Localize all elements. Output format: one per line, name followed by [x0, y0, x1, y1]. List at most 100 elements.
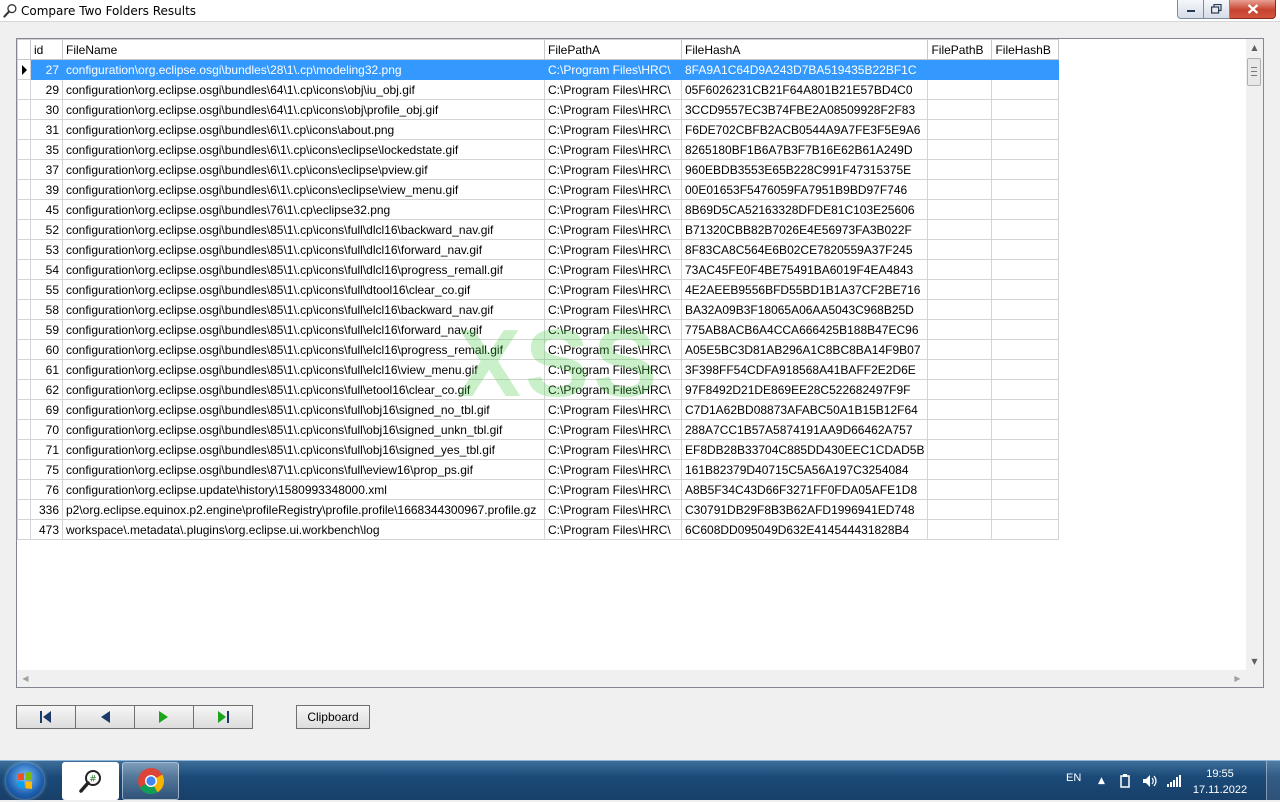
cell-filename[interactable]: configuration\org.eclipse.osgi\bundles\8…: [62, 359, 545, 380]
cell-filehashb[interactable]: [991, 399, 1060, 420]
network-signal-icon[interactable]: [1166, 774, 1182, 791]
vertical-scrollbar[interactable]: ▲ ▼: [1246, 39, 1263, 670]
cell-filepathb[interactable]: [927, 499, 993, 520]
cell-filepatha[interactable]: C:\Program Files\HRC\: [544, 119, 682, 140]
row-header[interactable]: [17, 339, 31, 360]
table-row[interactable]: 31 configuration\org.eclipse.osgi\bundles…: [17, 119, 1060, 140]
cell-id[interactable]: 473: [30, 519, 63, 540]
cell-filename[interactable]: configuration\org.eclipse.osgi\bundles\8…: [62, 319, 545, 340]
row-header[interactable]: [17, 359, 31, 380]
table-row[interactable]: 29 configuration\org.eclipse.osgi\bundles…: [17, 79, 1060, 100]
cell-filehashb[interactable]: [991, 359, 1060, 380]
cell-filename[interactable]: configuration\org.eclipse.osgi\bundles\6…: [62, 139, 545, 160]
row-header[interactable]: [17, 459, 31, 480]
cell-filepatha[interactable]: C:\Program Files\HRC\: [544, 419, 682, 440]
cell-id[interactable]: 55: [30, 279, 63, 300]
cell-filepatha[interactable]: C:\Program Files\HRC\: [544, 259, 682, 280]
table-row[interactable]: 35 configuration\org.eclipse.osgi\bundles…: [17, 139, 1060, 160]
cell-filehasha[interactable]: 00E01653F5476059FA7951B9BD97F746: [680, 179, 929, 200]
cell-filehasha[interactable]: 3F398FF54CDFA918568A41BAFF2E2D6E: [680, 359, 929, 380]
cell-id[interactable]: 29: [30, 79, 63, 100]
row-header[interactable]: [17, 59, 31, 80]
cell-id[interactable]: 70: [30, 419, 63, 440]
cell-id[interactable]: 52: [30, 219, 63, 240]
cell-filename[interactable]: configuration\org.eclipse.osgi\bundles\8…: [62, 339, 545, 360]
cell-filename[interactable]: workspace\.metadata\.plugins\org.eclipse…: [62, 519, 545, 540]
table-row[interactable]: 69 configuration\org.eclipse.osgi\bundles…: [17, 399, 1060, 420]
cell-filehashb[interactable]: [991, 159, 1060, 180]
cell-filehasha[interactable]: 6C608DD095049D632E414544431828B4: [680, 519, 929, 540]
cell-filehasha[interactable]: 8FA9A1C64D9A243D7BA519435B22BF1C: [680, 59, 929, 80]
cell-filepathb[interactable]: [927, 179, 993, 200]
cell-filehasha[interactable]: 3CCD9557EC3B74FBE2A08509928F2F83: [680, 99, 929, 120]
cell-id[interactable]: 53: [30, 239, 63, 260]
cell-filepathb[interactable]: [927, 219, 993, 240]
cell-filepatha[interactable]: C:\Program Files\HRC\: [544, 99, 682, 120]
cell-filepathb[interactable]: [927, 259, 993, 280]
cell-filehashb[interactable]: [991, 379, 1060, 400]
cell-id[interactable]: 45: [30, 199, 63, 220]
cell-filepatha[interactable]: C:\Program Files\HRC\: [544, 139, 682, 160]
cell-filename[interactable]: configuration\org.eclipse.osgi\bundles\8…: [62, 439, 545, 460]
table-row[interactable]: 62 configuration\org.eclipse.osgi\bundles…: [17, 379, 1060, 400]
cell-filehasha[interactable]: 97F8492D21DE869EE28C522682497F9F: [680, 379, 929, 400]
cell-filename[interactable]: configuration\org.eclipse.osgi\bundles\8…: [62, 219, 545, 240]
table-row[interactable]: 76 configuration\org.eclipse.update\histo…: [17, 479, 1060, 500]
row-header[interactable]: [17, 139, 31, 160]
cell-filehasha[interactable]: C7D1A62BD08873AFABC50A1B15B12F64: [680, 399, 929, 420]
cell-filepatha[interactable]: C:\Program Files\HRC\: [544, 299, 682, 320]
cell-filepatha[interactable]: C:\Program Files\HRC\: [544, 59, 682, 80]
column-header-filehashb[interactable]: FileHashB: [991, 39, 1060, 60]
row-header[interactable]: [17, 379, 31, 400]
table-row[interactable]: 70 configuration\org.eclipse.osgi\bundles…: [17, 419, 1060, 440]
cell-filename[interactable]: configuration\org.eclipse.osgi\bundles\2…: [62, 59, 545, 80]
cell-id[interactable]: 54: [30, 259, 63, 280]
first-record-button[interactable]: [16, 705, 76, 729]
cell-filehasha[interactable]: A05E5BC3D81AB296A1C8BC8BA14F9B07: [680, 339, 929, 360]
cell-id[interactable]: 31: [30, 119, 63, 140]
cell-filepatha[interactable]: C:\Program Files\HRC\: [544, 399, 682, 420]
magnifier-app-button[interactable]: #: [62, 762, 119, 800]
show-desktop-button[interactable]: [1266, 761, 1280, 801]
cell-id[interactable]: 30: [30, 99, 63, 120]
cell-filepathb[interactable]: [927, 119, 993, 140]
cell-filehasha[interactable]: BA32A09B3F18065A06AA5043C968B25D: [680, 299, 929, 320]
cell-filehasha[interactable]: 8265180BF1B6A7B3F7B16E62B61A249D: [680, 139, 929, 160]
table-row[interactable]: 61 configuration\org.eclipse.osgi\bundles…: [17, 359, 1060, 380]
cell-filepathb[interactable]: [927, 299, 993, 320]
cell-id[interactable]: 71: [30, 439, 63, 460]
table-row[interactable]: 30 configuration\org.eclipse.osgi\bundles…: [17, 99, 1060, 120]
row-header[interactable]: [17, 99, 31, 120]
cell-filepathb[interactable]: [927, 199, 993, 220]
table-row[interactable]: 53 configuration\org.eclipse.osgi\bundles…: [17, 239, 1060, 260]
cell-filepatha[interactable]: C:\Program Files\HRC\: [544, 379, 682, 400]
maximize-button[interactable]: [1204, 0, 1230, 19]
cell-filehashb[interactable]: [991, 199, 1060, 220]
cell-filename[interactable]: configuration\org.eclipse.osgi\bundles\6…: [62, 79, 545, 100]
cell-filepatha[interactable]: C:\Program Files\HRC\: [544, 239, 682, 260]
cell-filehashb[interactable]: [991, 519, 1060, 540]
cell-filepatha[interactable]: C:\Program Files\HRC\: [544, 219, 682, 240]
cell-id[interactable]: 27: [30, 59, 63, 80]
column-header-filehasha[interactable]: FileHashA: [680, 39, 929, 60]
column-header-filepathb[interactable]: FilePathB: [927, 39, 993, 60]
table-row[interactable]: 59 configuration\org.eclipse.osgi\bundles…: [17, 319, 1060, 340]
cell-filename[interactable]: configuration\org.eclipse.osgi\bundles\8…: [62, 279, 545, 300]
system-clock[interactable]: 19:55 17.11.2022: [1192, 766, 1248, 798]
row-header[interactable]: [17, 199, 31, 220]
cell-filehashb[interactable]: [991, 459, 1060, 480]
minimize-button[interactable]: [1177, 0, 1204, 19]
tray-expand-icon[interactable]: ▲: [1098, 776, 1105, 786]
row-header[interactable]: [17, 179, 31, 200]
cell-filename[interactable]: configuration\org.eclipse.osgi\bundles\8…: [62, 399, 545, 420]
row-header[interactable]: [17, 159, 31, 180]
column-header-filepatha[interactable]: FilePathA: [544, 39, 682, 60]
table-row[interactable]: 75 configuration\org.eclipse.osgi\bundles…: [17, 459, 1060, 480]
clipboard-button[interactable]: Clipboard: [296, 705, 370, 729]
scroll-up-icon[interactable]: ▲: [1246, 39, 1263, 56]
table-row[interactable]: 45 configuration\org.eclipse.osgi\bundles…: [17, 199, 1060, 220]
cell-filehashb[interactable]: [991, 259, 1060, 280]
cell-filename[interactable]: configuration\org.eclipse.osgi\bundles\8…: [62, 259, 545, 280]
cell-filehasha[interactable]: 05F6026231CB21F64A801B21E57BD4C0: [680, 79, 929, 100]
cell-id[interactable]: 37: [30, 159, 63, 180]
